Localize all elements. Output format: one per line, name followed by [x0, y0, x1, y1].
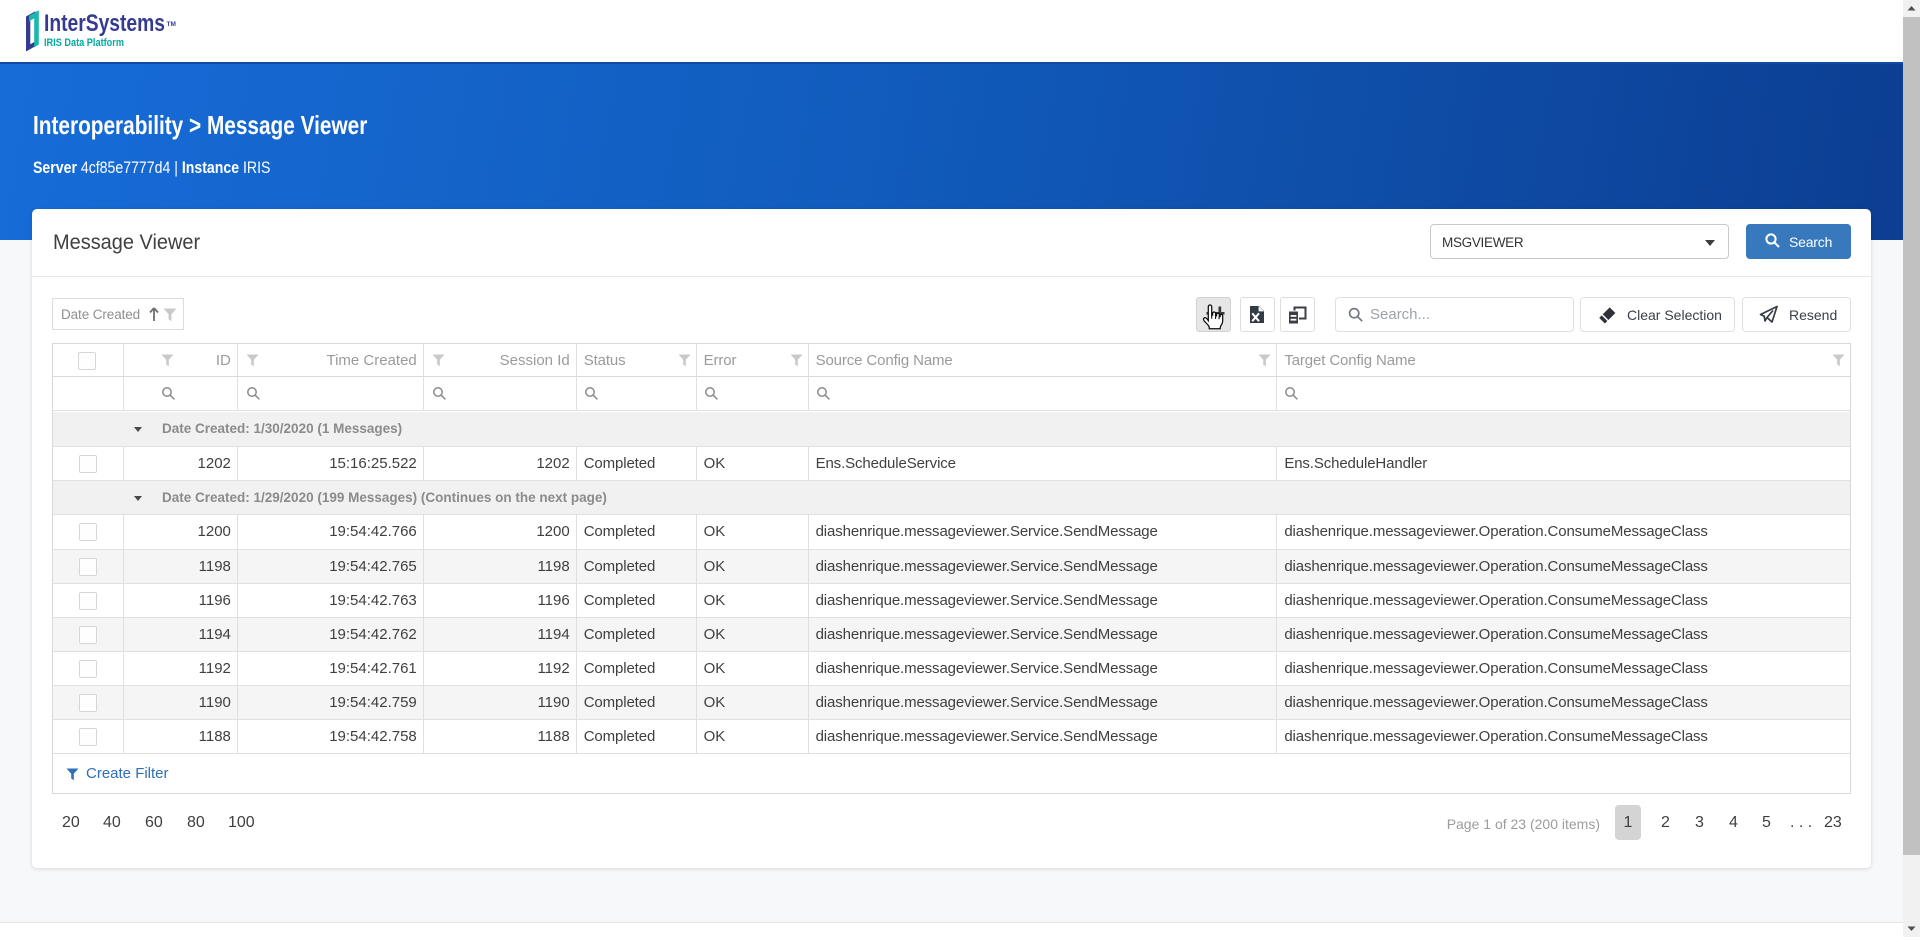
svg-text:TM: TM	[167, 21, 176, 28]
svg-text:IRIS Data Platform: IRIS Data Platform	[44, 37, 124, 49]
svg-text:InterSystems: InterSystems	[44, 10, 165, 37]
